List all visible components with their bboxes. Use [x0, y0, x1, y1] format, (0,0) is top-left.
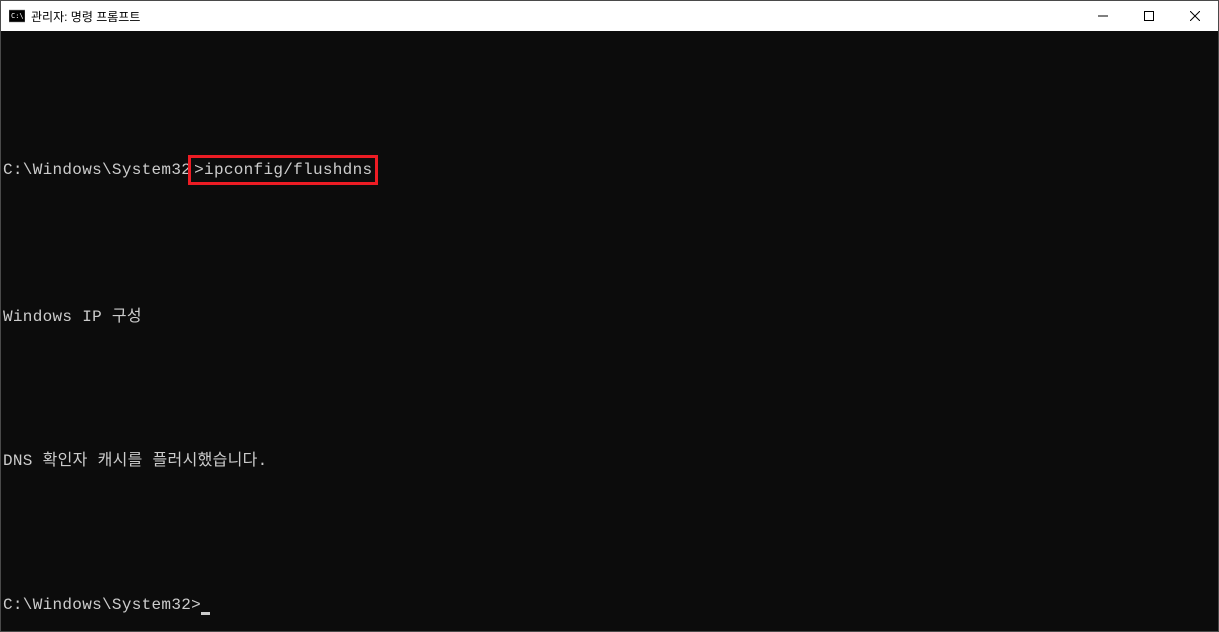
cmd-icon: C:\	[9, 8, 25, 24]
terminal-output-line: Windows IP 구성	[3, 305, 1216, 329]
terminal-prompt: C:\Windows\System32	[3, 161, 191, 179]
minimize-button[interactable]	[1080, 1, 1126, 31]
terminal-prompt-line: C:\Windows\System32>	[3, 593, 1216, 617]
command-prompt-window: C:\ 관리자: 명령 프롬프트	[0, 0, 1219, 632]
terminal-prompt: C:\Windows\System32>	[3, 596, 201, 614]
terminal-blank-line	[3, 377, 1216, 401]
terminal-output[interactable]: C:\Windows\System32>ipconfig/flushdns Wi…	[1, 31, 1218, 631]
terminal-output-line: DNS 확인자 캐시를 플러시했습니다.	[3, 449, 1216, 473]
close-button[interactable]	[1172, 1, 1218, 31]
highlighted-command: >ipconfig/flushdns	[188, 155, 378, 185]
titlebar[interactable]: C:\ 관리자: 명령 프롬프트	[1, 1, 1218, 31]
titlebar-left: C:\ 관리자: 명령 프롬프트	[9, 8, 140, 25]
terminal-blank-line	[3, 83, 1216, 107]
svg-text:C:\: C:\	[11, 12, 24, 20]
window-controls	[1080, 1, 1218, 31]
window-title: 관리자: 명령 프롬프트	[31, 8, 140, 25]
terminal-blank-line	[3, 521, 1216, 545]
terminal-blank-line	[3, 233, 1216, 257]
maximize-button[interactable]	[1126, 1, 1172, 31]
terminal-cursor	[201, 612, 210, 615]
terminal-command-line: C:\Windows\System32>ipconfig/flushdns	[3, 155, 1216, 185]
